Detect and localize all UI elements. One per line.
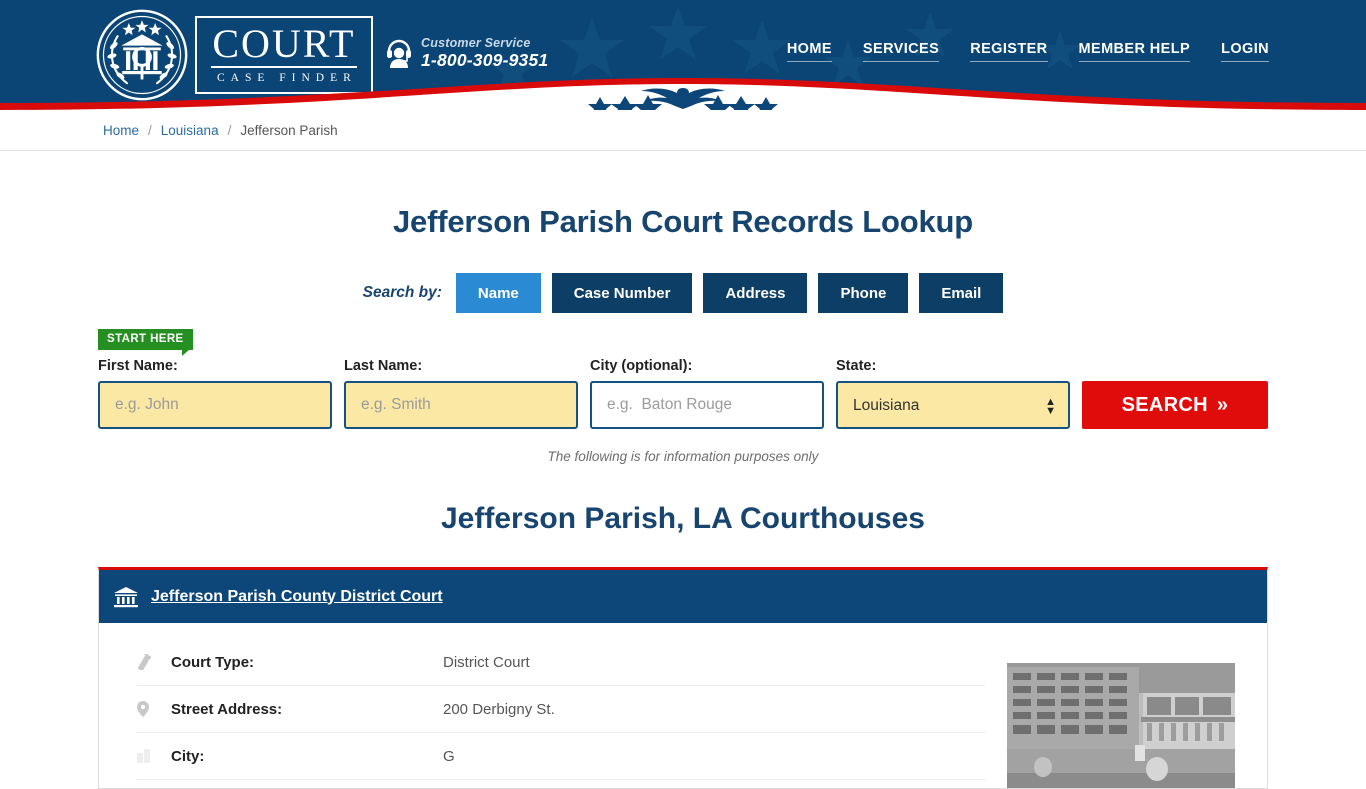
header-flag-swoosh <box>0 78 1366 110</box>
court-details-list: Court Type: District Court Street Addres… <box>99 639 1007 788</box>
city-row-value: G <box>443 747 455 765</box>
first-name-input[interactable] <box>98 381 332 429</box>
table-row: City: G <box>137 733 985 780</box>
customer-service-phone[interactable]: 1-800-309-9351 <box>421 50 548 70</box>
last-name-input[interactable] <box>344 381 578 429</box>
disclaimer-text: The following is for information purpose… <box>547 449 819 464</box>
site-header: COURT CASE FINDER Customer Service 1-800… <box>0 0 1366 110</box>
first-name-label: First Name: <box>98 358 178 374</box>
gavel-icon <box>137 654 171 670</box>
court-type-value: District Court <box>443 653 530 671</box>
start-here-badge-tail <box>182 349 190 356</box>
search-type-tabs: Search by: Name Case Number Address Phon… <box>0 273 1366 313</box>
state-label: State: <box>836 358 877 374</box>
courthouse-bank-icon <box>114 586 138 607</box>
search-button[interactable]: SEARCH » <box>1082 381 1268 429</box>
search-by-label: Search by: <box>362 284 442 301</box>
breadcrumb-home[interactable]: Home <box>103 123 139 138</box>
breadcrumb-separator-1: / <box>148 122 152 138</box>
customer-service-label: Customer Service <box>421 36 531 50</box>
last-name-label: Last Name: <box>344 358 423 374</box>
city-field-group: City (optional): <box>590 358 824 429</box>
last-name-field-group: Last Name: <box>344 358 578 429</box>
courthouse-photo <box>1007 663 1235 788</box>
table-row: Court Type: District Court <box>137 639 985 686</box>
nav-item-register[interactable]: REGISTER <box>970 41 1048 62</box>
nav-item-services[interactable]: SERVICES <box>862 41 940 62</box>
state-select[interactable]: Louisiana <box>836 381 1070 429</box>
start-here-badge: START HERE <box>98 329 193 350</box>
page-title: Jefferson Parish Court Records Lookup <box>393 204 973 239</box>
customer-service-block: Customer Service 1-800-309-9351 <box>386 36 548 70</box>
court-photo-wrap <box>1007 639 1267 788</box>
tab-name[interactable]: Name <box>455 273 541 313</box>
headset-support-icon <box>387 39 411 68</box>
logo-main-text: COURT <box>211 21 357 68</box>
map-pin-icon <box>137 701 171 717</box>
tab-case-number[interactable]: Case Number <box>551 273 693 313</box>
court-card-body: Court Type: District Court Street Addres… <box>99 623 1267 788</box>
tab-phone[interactable]: Phone <box>818 273 909 313</box>
street-address-value: 200 Derbigny St. <box>443 700 555 718</box>
court-card: Jefferson Parish County District Court C… <box>98 567 1268 789</box>
nav-item-home[interactable]: HOME <box>786 41 832 62</box>
search-button-label: SEARCH <box>1121 393 1208 416</box>
state-field-group: State: Louisiana ▲ ▼ <box>836 358 1070 429</box>
page-content: Jefferson Parish Court Records Lookup Se… <box>0 151 1366 789</box>
breadcrumb: Home / Louisiana / Jefferson Parish <box>103 123 338 138</box>
table-row: Street Address: 200 Derbigny St. <box>137 686 985 733</box>
breadcrumb-separator-2: / <box>227 122 232 138</box>
tab-address[interactable]: Address <box>703 273 808 313</box>
breadcrumb-current: Jefferson Parish <box>240 122 338 138</box>
city-icon <box>137 749 171 763</box>
nav-item-login[interactable]: LOGIN <box>1221 41 1269 62</box>
city-input[interactable] <box>590 381 824 429</box>
court-card-header: Jefferson Parish County District Court <box>99 570 1267 623</box>
courthouses-subtitle: Jefferson Parish, LA Courthouses <box>441 502 925 535</box>
first-name-field-group: First Name: <box>98 358 332 429</box>
court-name-link[interactable]: Jefferson Parish County District Court <box>151 588 443 606</box>
court-type-label: Court Type: <box>171 653 255 671</box>
tab-email[interactable]: Email <box>919 273 1004 313</box>
double-chevron-right-icon: » <box>1216 393 1229 416</box>
street-address-label: Street Address: <box>171 700 283 718</box>
city-row-label: City: <box>171 747 205 765</box>
search-form: START HERE First Name: Last Name: City (… <box>98 329 1268 429</box>
city-label: City (optional): <box>590 358 693 374</box>
breadcrumb-bar: Home / Louisiana / Jefferson Parish <box>0 110 1366 151</box>
main-navigation: HOME SERVICES REGISTER MEMBER HELP LOGIN <box>786 41 1269 62</box>
nav-item-member-help[interactable]: MEMBER HELP <box>1078 41 1191 62</box>
breadcrumb-state[interactable]: Louisiana <box>161 123 219 138</box>
